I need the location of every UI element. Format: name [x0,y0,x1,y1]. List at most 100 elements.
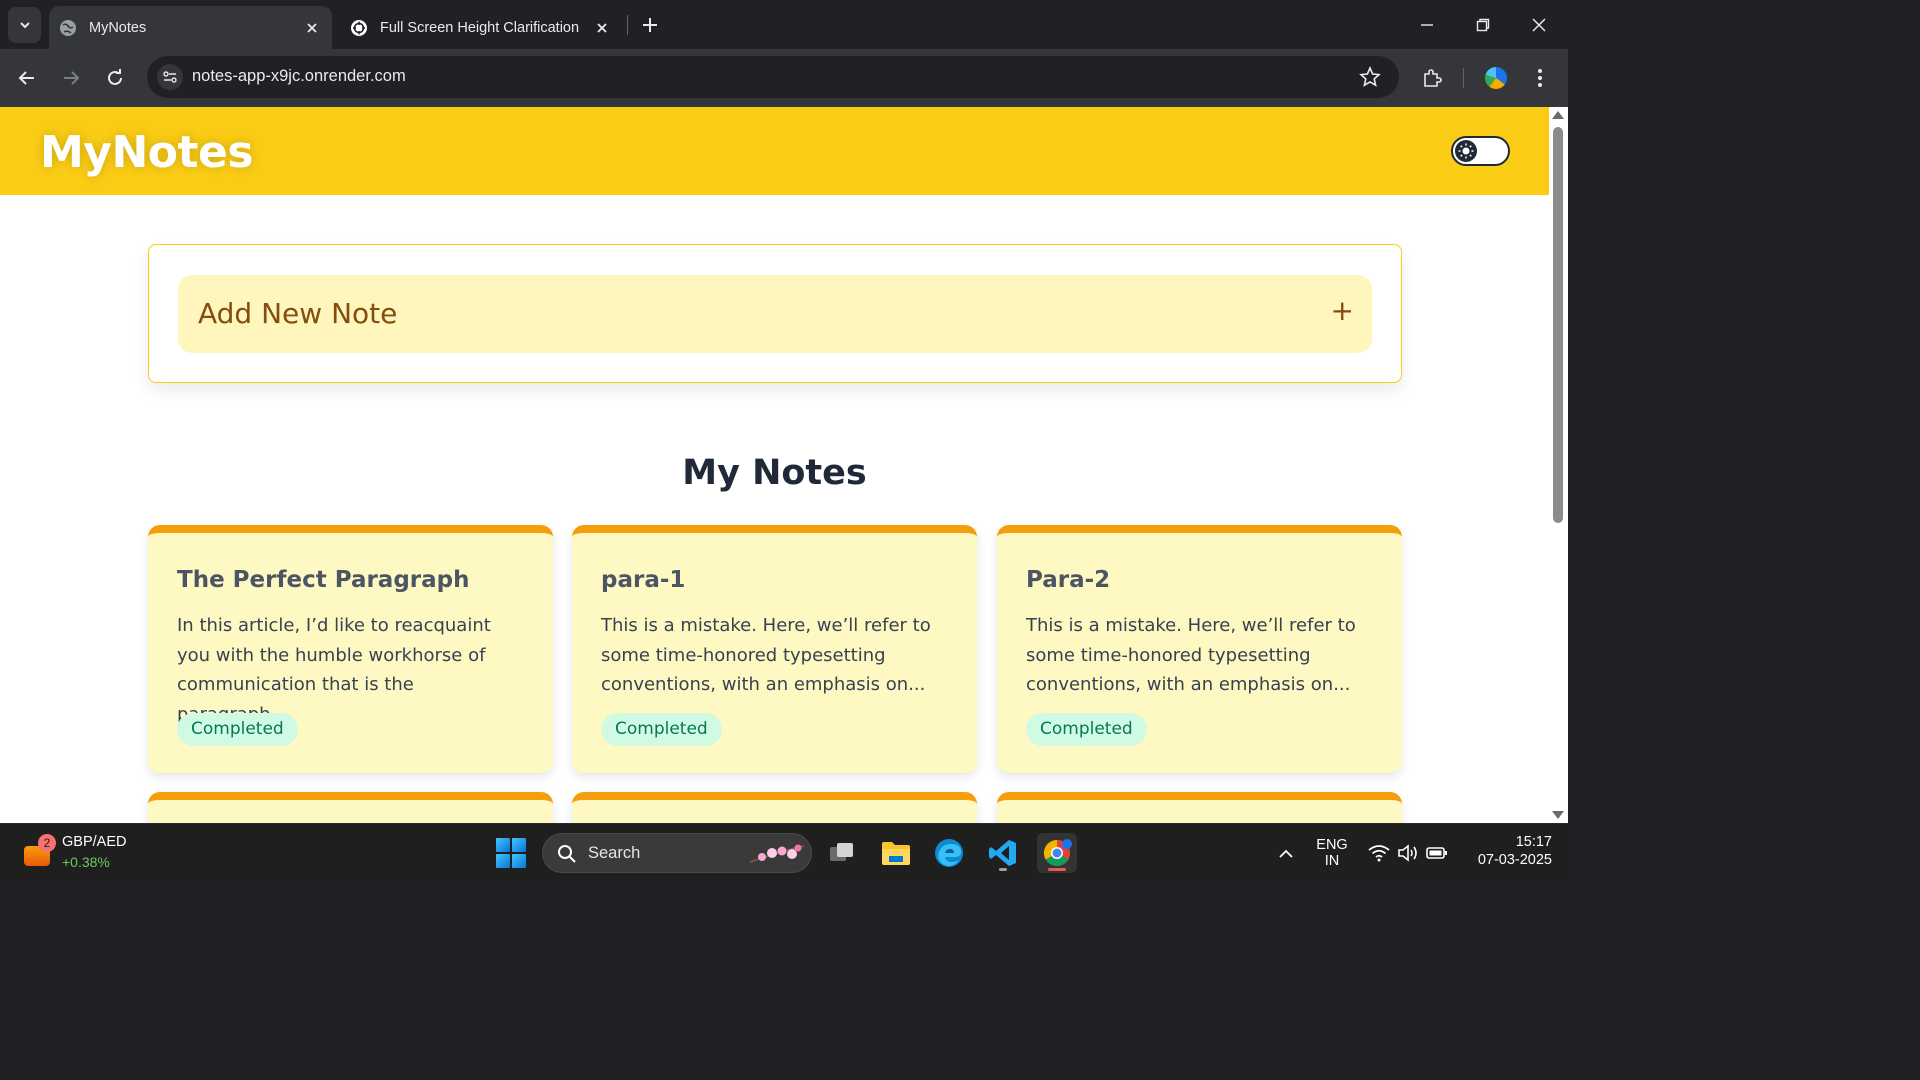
tab-title: Full Screen Height Clarification [380,19,580,36]
note-card-partial[interactable] [997,792,1402,823]
brand-logo[interactable]: MyNotes [40,127,254,178]
note-title: para-1 [601,567,686,593]
status-badge: Completed [177,713,298,746]
more-vertical-icon [1538,69,1542,87]
add-note-toggle[interactable]: Add New Note + [178,275,1372,353]
tab-mynotes[interactable]: MyNotes [49,6,332,49]
tab-search-button[interactable] [8,7,41,43]
close-icon[interactable] [592,18,612,38]
tab-title: MyNotes [89,19,147,36]
file-explorer-button[interactable] [876,833,916,873]
notification-badge: 2 [38,834,56,852]
language-indicator[interactable]: ENG IN [1310,837,1354,869]
vscode-button[interactable] [983,833,1023,873]
status-badge: Completed [601,713,722,746]
toolbar-separator [1463,68,1464,88]
windows-logo-icon [496,854,510,868]
clock-time: 15:17 [1515,834,1552,850]
clock-date: 07-03-2025 [1477,852,1552,868]
search-label: Search [588,844,641,862]
note-title: Para-2 [1026,567,1111,593]
plus-icon: + [1330,294,1354,327]
task-view-button[interactable] [822,833,862,873]
star-icon[interactable] [1359,66,1381,88]
windows-logo-icon [512,838,526,852]
theme-toggle[interactable] [1451,136,1510,166]
region-code: IN [1324,853,1340,869]
minimize-button[interactable] [1410,8,1444,42]
note-body: This is a mistake. Here, we’ll refer to … [1026,615,1356,695]
system-tray-status[interactable] [1368,843,1448,865]
status-badge: Completed [1026,713,1147,746]
arrow-left-icon [18,71,34,85]
close-icon[interactable] [302,18,322,38]
widgets-button[interactable]: 2 GBP/AED +0.38% [20,832,150,876]
browser-tab-strip: MyNotes Full Screen Height Clarification [0,0,1568,49]
address-bar[interactable]: notes-app-x9jc.onrender.com [147,56,1399,98]
task-view-icon [830,843,853,861]
note-body: This is a mistake. Here, we’ll refer to … [601,615,931,695]
reload-button[interactable] [99,62,131,94]
edge-icon [935,839,963,867]
new-tab-button[interactable] [637,12,663,38]
show-hidden-icons-button[interactable] [1276,844,1296,864]
search-icon [558,845,576,863]
restore-button[interactable] [1466,8,1500,42]
note-card[interactable]: para-1 This is a mistake. Here, we’ll re… [572,525,977,773]
battery-icon [1426,847,1447,859]
note-body: In this article, I’d like to reacquaint … [177,615,491,725]
scroll-thumb[interactable] [1553,127,1563,523]
close-window-button[interactable] [1522,8,1556,42]
taskbar-search[interactable]: Search [542,833,812,873]
widget-title: GBP/AED [62,834,127,850]
edge-button[interactable] [929,833,969,873]
back-button[interactable] [11,62,43,94]
page-viewport: MyNotes Add New Note + My Notes The Perf… [0,107,1568,823]
scroll-up-arrow[interactable] [1552,111,1564,119]
arrow-right-icon [64,71,80,85]
chevron-up-icon [1279,849,1293,858]
scroll-down-arrow[interactable] [1552,811,1564,819]
folder-icon [882,842,910,865]
app-active-indicator [1048,868,1066,871]
vscode-icon [989,840,1016,866]
restore-icon [1476,18,1490,32]
forward-button[interactable] [55,62,87,94]
language-code: ENG [1316,837,1348,853]
tab-full-screen-height-clarification[interactable]: Full Screen Height Clarification [340,6,622,49]
cherry-blossom-icon [749,844,805,863]
url-text: notes-app-x9jc.onrender.com [192,67,406,85]
windows-logo-icon [512,854,526,868]
openai-icon [350,19,368,37]
minimize-icon [1421,24,1433,26]
clock[interactable]: 15:17 07-03-2025 [1462,834,1552,868]
note-card[interactable]: The Perfect Paragraph In this article, I… [148,525,553,773]
menu-button[interactable] [1524,62,1556,94]
sun-icon [1455,140,1477,162]
windows-logo-icon [496,838,510,852]
chrome-icon [1043,839,1072,867]
puzzle-icon [1424,69,1442,87]
browser-toolbar: notes-app-x9jc.onrender.com [0,49,1568,107]
avatar [1483,65,1509,91]
close-icon [1532,18,1546,32]
reload-icon [108,69,122,85]
tab-separator [627,15,628,35]
start-button[interactable] [496,838,526,868]
add-note-card: Add New Note + [148,244,1402,383]
chevron-down-icon [19,22,30,29]
chrome-button[interactable] [1037,833,1077,873]
wifi-icon [1368,845,1390,862]
note-card-partial[interactable] [148,792,553,823]
note-card[interactable]: Para-2 This is a mistake. Here, we’ll re… [997,525,1402,773]
extensions-button[interactable] [1416,62,1448,94]
widget-value: +0.38% [62,854,110,870]
note-card-partial[interactable] [572,792,977,823]
page-scrollbar[interactable] [1549,107,1568,823]
profile-button[interactable] [1480,62,1512,94]
globe-icon [59,19,77,37]
add-note-label: Add New Note [198,297,398,330]
app-header: MyNotes [0,107,1549,195]
windows-taskbar: 2 GBP/AED +0.38% Search ENG IN 15:17 07-… [0,823,1568,882]
site-info-icon[interactable] [157,64,183,90]
